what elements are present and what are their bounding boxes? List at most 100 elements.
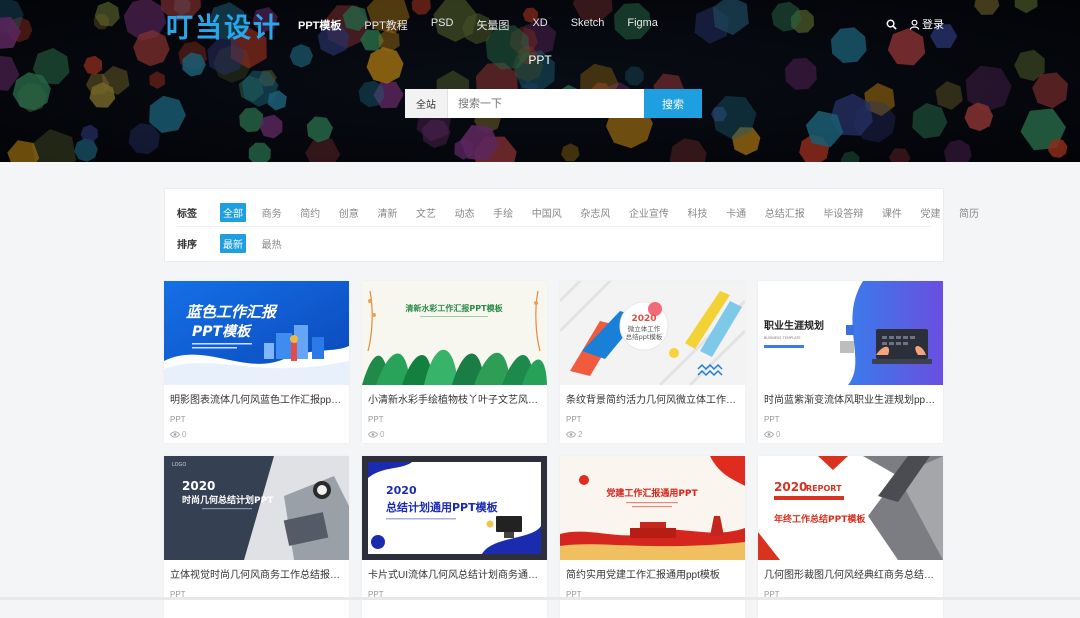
thumb-text: 2020 [631, 314, 656, 324]
login-link[interactable]: 登录 [909, 16, 944, 32]
tag-filter-row: 标签 全部 商务 简约 创意 清新 文艺 动态 手绘 中国风 杂志风 企业宣传 … [177, 203, 995, 222]
thumb-text: 蓝色工作汇报 [186, 303, 278, 321]
card-title[interactable]: 小清新水彩手绘植物枝丫叶子文艺风工作汇报 [368, 394, 541, 408]
tag-cartoon[interactable]: 卡通 [723, 203, 749, 222]
template-card[interactable]: 2020 微立体工作 总结ppt模板 条纹背景简约活力几何风微立体工作汇报ppt… [560, 281, 745, 443]
tag-animated[interactable]: 动态 [452, 203, 478, 222]
tag-summary-report[interactable]: 总结汇报 [762, 203, 808, 222]
card-category: PPT [170, 415, 186, 424]
template-card[interactable]: 蓝色工作汇报 PPT模板 明影图表流体几何风蓝色工作汇报ppt模板 PPT 0 [164, 281, 349, 443]
nav-item-sketch[interactable]: Sketch [571, 17, 605, 33]
hero-banner: 叮当设计 PPT模板 PPT教程 PSD 矢量图 XD Sketch Figma… [0, 0, 1080, 162]
page-title: PPT [528, 53, 552, 67]
card-thumbnail[interactable]: 党建工作汇报通用PPT [560, 456, 745, 560]
nav-item-ppt-templates[interactable]: PPT模板 [298, 17, 341, 33]
thumb-text: 2020 [182, 479, 215, 493]
card-title[interactable]: 立体视觉时尚几何风商务工作总结报告ppt模板 [170, 569, 343, 583]
top-nav: 叮当设计 PPT模板 PPT教程 PSD 矢量图 XD Sketch Figma… [0, 0, 1080, 48]
tag-business[interactable]: 商务 [259, 203, 285, 222]
tag-all[interactable]: 全部 [220, 203, 246, 222]
view-count: 2 [578, 430, 583, 439]
card-thumbnail[interactable]: 2020 微立体工作 总结ppt模板 [560, 281, 745, 385]
template-card[interactable]: 职业生涯规划 BUSINESS TEMPLATE 时尚蓝紫渐变流体风职业生涯规划… [758, 281, 943, 443]
nav-item-psd[interactable]: PSD [431, 17, 454, 33]
template-card[interactable]: 清新水彩工作汇报PPT模板 小清新水彩手绘植物枝丫叶子文艺风工作汇报 PPT 0 [362, 281, 547, 443]
template-card[interactable]: 党建工作汇报通用PPT 简约实用党建工作汇报通用ppt模板 PPT [560, 456, 745, 618]
tag-simple[interactable]: 简约 [297, 203, 323, 222]
card-thumbnail[interactable]: 清新水彩工作汇报PPT模板 [362, 281, 547, 385]
card-views: 0 [368, 430, 541, 439]
card-views: 2 [566, 430, 739, 439]
thumb-text: 2020 [774, 480, 807, 494]
tag-creative[interactable]: 创意 [336, 203, 362, 222]
thumb-text: 职业生涯规划 [764, 319, 824, 332]
search-icon[interactable] [886, 18, 897, 30]
thumb-text: 清新水彩工作汇报PPT模板 [405, 303, 503, 313]
card-thumbnail[interactable]: LOGO 2020 时尚几何总结计划PPT [164, 456, 349, 560]
template-card[interactable]: 2020 REPORT 年终工作总结PPT模板 几何图形裁图几何风经典红商务总结… [758, 456, 943, 618]
card-title[interactable]: 时尚蓝紫渐变流体风职业生涯规划ppt模板 [764, 394, 937, 408]
card-views: 0 [764, 430, 937, 439]
eye-icon [170, 430, 180, 439]
thumb-text: REPORT [806, 484, 842, 493]
sort-filter-label: 排序 [177, 240, 197, 251]
card-title[interactable]: 卡片式UI流体几何风总结计划商务通用ppt模板 [368, 569, 541, 583]
search-button[interactable]: 搜索 [644, 89, 702, 118]
tag-thesis-defense[interactable]: 毕设答辩 [820, 203, 866, 222]
tag-courseware[interactable]: 课件 [879, 203, 905, 222]
tag-filter-label: 标签 [177, 209, 197, 220]
template-card[interactable]: 2020 总结计划通用PPT模板 卡片式UI流体几何风总结计划商务通用ppt模板… [362, 456, 547, 618]
tag-corporate[interactable]: 企业宣传 [626, 203, 672, 222]
thumb-text: 党建工作汇报通用PPT [606, 487, 698, 499]
nav-item-xd[interactable]: XD [532, 17, 547, 33]
view-count: 0 [182, 430, 187, 439]
tag-party-building[interactable]: 党建 [918, 203, 944, 222]
card-title[interactable]: 简约实用党建工作汇报通用ppt模板 [566, 569, 739, 583]
nav-item-ppt-tutorials[interactable]: PPT教程 [364, 17, 407, 33]
thumb-text: LOGO [172, 462, 186, 468]
card-category: PPT [566, 415, 582, 424]
user-icon [909, 18, 920, 30]
filter-panel: 标签 全部 商务 简约 创意 清新 文艺 动态 手绘 中国风 杂志风 企业宣传 … [164, 188, 979, 262]
card-title[interactable]: 明影图表流体几何风蓝色工作汇报ppt模板 [170, 394, 343, 408]
search-input[interactable] [448, 89, 644, 118]
tag-fresh[interactable]: 清新 [374, 203, 400, 222]
card-category: PPT [764, 415, 780, 424]
template-card[interactable]: LOGO 2020 时尚几何总结计划PPT 立体视觉时尚几何风商务工作总结报告 p… [164, 456, 349, 618]
card-category: PPT [368, 415, 384, 424]
card-title[interactable]: 条纹背景简约活力几何风微立体工作汇报ppt模板 [566, 394, 739, 408]
card-thumbnail[interactable]: 职业生涯规划 BUSINESS TEMPLATE [758, 281, 943, 385]
thumb-text: PPT模板 [192, 323, 253, 340]
thumb-text: 微立体工作 [628, 324, 661, 333]
card-title[interactable]: 几何图形裁图几何风经典红商务总结汇报ppt模板 [764, 569, 937, 583]
tag-hand-drawn[interactable]: 手绘 [490, 203, 516, 222]
card-thumbnail[interactable]: 蓝色工作汇报 PPT模板 [164, 281, 349, 385]
filter-divider [177, 226, 931, 227]
thumb-text: BUSINESS TEMPLATE [764, 336, 801, 340]
nav-item-figma[interactable]: Figma [627, 17, 658, 33]
tag-magazine[interactable]: 杂志风 [577, 203, 613, 222]
card-views: 0 [170, 430, 343, 439]
nav-links: PPT模板 PPT教程 PSD 矢量图 XD Sketch Figma [298, 17, 681, 33]
tag-tech[interactable]: 科技 [685, 203, 711, 222]
thumb-text: 2020 [386, 484, 417, 497]
login-label: 登录 [922, 19, 944, 31]
search-scope-select[interactable]: 全站 [405, 89, 448, 118]
sort-hottest[interactable]: 最热 [259, 234, 285, 253]
tag-chinese-style[interactable]: 中国风 [529, 203, 565, 222]
view-count: 0 [776, 430, 781, 439]
site-logo[interactable]: 叮当设计 [166, 6, 282, 45]
card-thumbnail[interactable]: 2020 REPORT 年终工作总结PPT模板 [758, 456, 943, 560]
sort-newest[interactable]: 最新 [220, 234, 246, 253]
thumb-text: 总结计划通用PPT模板 [386, 500, 499, 514]
eye-icon [566, 430, 576, 439]
thumb-text: 总结ppt模板 [626, 332, 663, 341]
sort-filter-row: 排序 最新 最热 [177, 234, 297, 253]
nav-right: 登录 [886, 16, 944, 32]
thumb-text: 年终工作总结PPT模板 [774, 513, 866, 525]
nav-item-vector[interactable]: 矢量图 [476, 17, 509, 33]
tag-literary[interactable]: 文艺 [413, 203, 439, 222]
card-thumbnail[interactable]: 2020 总结计划通用PPT模板 [362, 456, 547, 560]
tag-resume[interactable]: 简历 [956, 203, 982, 222]
view-count: 0 [380, 430, 385, 439]
